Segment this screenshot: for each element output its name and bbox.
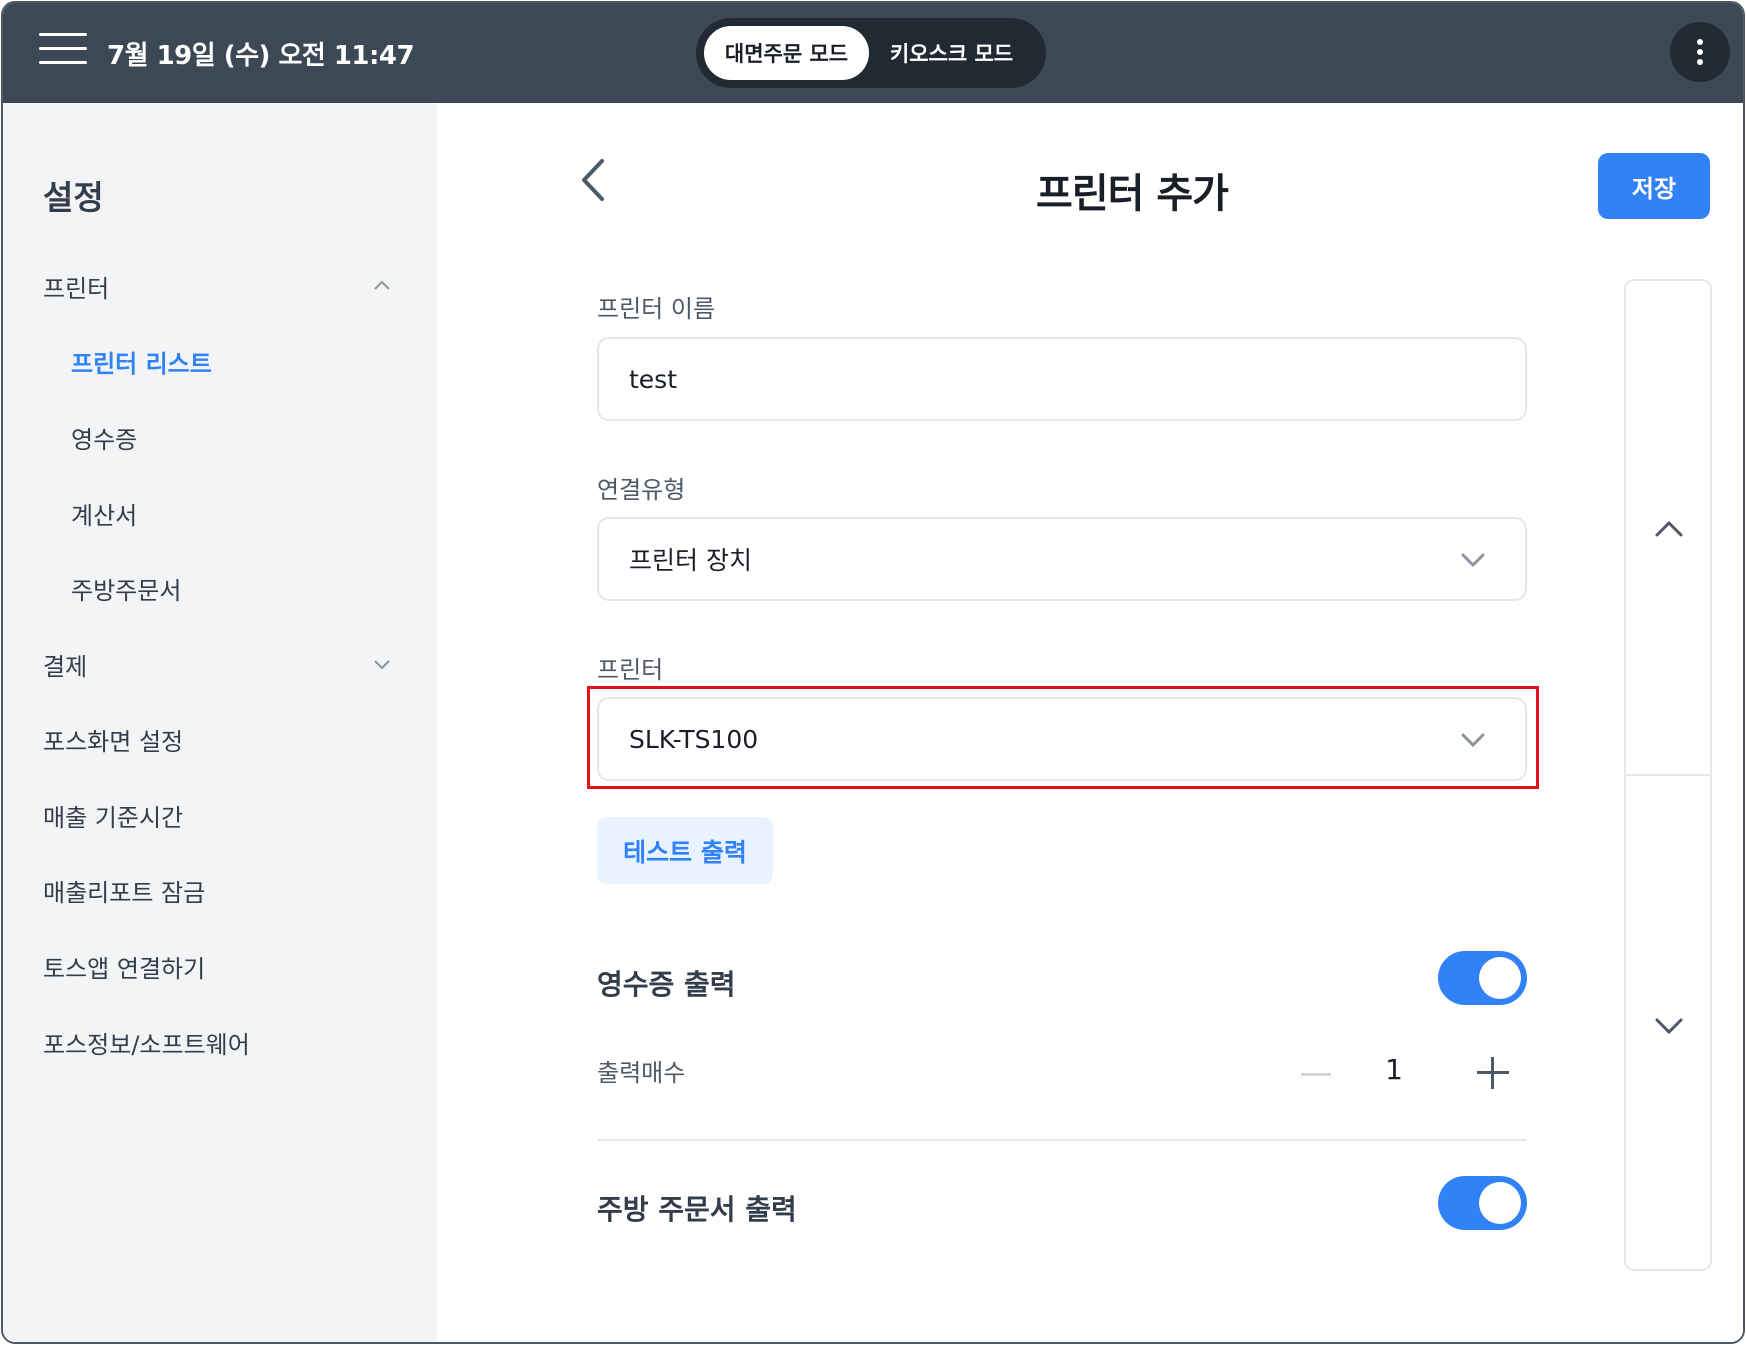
sidebar-title: 설정 <box>43 178 104 217</box>
sidebar-item-printer[interactable]: 프린터 <box>43 261 403 311</box>
more-vertical-icon[interactable] <box>1670 22 1730 82</box>
sidebar-item-sales-time[interactable]: 매출 기준시간 <box>43 790 403 840</box>
chevron-down-icon <box>1461 733 1485 748</box>
print-count-value: 1 <box>1385 1053 1403 1086</box>
printer-value: SLK-TS100 <box>629 724 759 754</box>
scroll-panel <box>1624 279 1712 1271</box>
sidebar-item-toss-app[interactable]: 토스앱 연결하기 <box>43 941 403 991</box>
chevron-down-icon <box>374 660 390 670</box>
save-button[interactable]: 저장 <box>1598 153 1710 219</box>
sidebar-item-kitchen-order[interactable]: 주방주문서 <box>71 563 431 613</box>
printer-select[interactable]: SLK-TS100 <box>597 697 1527 781</box>
chevron-up-icon <box>374 280 390 290</box>
sidebar-item-receipt[interactable]: 영수증 <box>71 412 431 462</box>
receipt-print-label: 영수증 출력 <box>597 968 736 1001</box>
test-print-button[interactable]: 테스트 출력 <box>597 817 773 884</box>
sidebar-item-label: 포스정보/소프트웨어 <box>43 1030 250 1059</box>
app-window: 7월 19일 (수) 오전 11:47 대면주문 모드 키오스크 모드 설정 프… <box>1 1 1745 1344</box>
mode-face-to-face-button[interactable]: 대면주문 모드 <box>704 26 869 80</box>
main-content: 프린터 추가 저장 프린터 이름 test 연결유형 프린터 장치 프린터 SL… <box>437 103 1743 1342</box>
kitchen-print-label: 주방 주문서 출력 <box>597 1193 797 1226</box>
menu-icon[interactable] <box>39 33 87 65</box>
minus-icon[interactable] <box>1301 1059 1331 1089</box>
divider <box>597 1139 1527 1141</box>
sidebar-item-label: 포스화면 설정 <box>43 727 184 756</box>
kitchen-print-toggle[interactable] <box>1438 1176 1527 1230</box>
connection-type-select[interactable]: 프린터 장치 <box>597 517 1527 601</box>
printer-name-label: 프린터 이름 <box>597 295 716 323</box>
chevron-down-icon <box>1655 1018 1683 1035</box>
mode-switch: 대면주문 모드 키오스크 모드 <box>696 18 1046 88</box>
receipt-print-toggle[interactable] <box>1438 951 1527 1005</box>
sidebar-item-label: 계산서 <box>71 501 138 530</box>
sidebar-item-report-lock[interactable]: 매출리포트 잠금 <box>43 865 403 915</box>
connection-type-value: 프린터 장치 <box>629 546 752 575</box>
mode-kiosk-button[interactable]: 키오스크 모드 <box>869 26 1034 80</box>
scroll-up-button[interactable] <box>1626 281 1710 776</box>
date-time: 7월 19일 (수) 오전 11:47 <box>107 41 415 71</box>
sidebar-item-payment[interactable]: 결제 <box>43 639 403 689</box>
printer-name-value: test <box>629 364 678 394</box>
sidebar: 설정 프린터 프린터 리스트 영수증 계산서 주방주문서 결제 포스화면 설정 … <box>3 103 437 1342</box>
sidebar-item-label: 매출리포트 잠금 <box>43 878 206 907</box>
scroll-down-button[interactable] <box>1626 776 1710 1269</box>
sidebar-item-label: 프린터 리스트 <box>71 349 212 378</box>
sidebar-item-label: 매출 기준시간 <box>43 803 184 832</box>
printer-label: 프린터 <box>597 656 664 684</box>
chevron-up-icon <box>1655 520 1683 537</box>
sidebar-item-label: 주방주문서 <box>71 576 182 605</box>
sidebar-item-printer-list[interactable]: 프린터 리스트 <box>71 336 431 386</box>
top-bar: 7월 19일 (수) 오전 11:47 대면주문 모드 키오스크 모드 <box>3 3 1743 103</box>
sidebar-item-pos-screen[interactable]: 포스화면 설정 <box>43 714 403 764</box>
printer-name-input[interactable]: test <box>597 337 1527 421</box>
sidebar-item-label: 결제 <box>43 652 88 681</box>
page-title: 프린터 추가 <box>1036 171 1229 217</box>
chevron-down-icon <box>1461 553 1485 568</box>
sidebar-item-label: 영수증 <box>71 425 138 454</box>
sidebar-item-label: 프린터 <box>43 274 110 303</box>
print-count-label: 출력매수 <box>597 1059 686 1087</box>
sidebar-item-invoice[interactable]: 계산서 <box>71 488 431 538</box>
sidebar-item-label: 토스앱 연결하기 <box>43 954 206 983</box>
sidebar-item-pos-info[interactable]: 포스정보/소프트웨어 <box>43 1017 403 1067</box>
connection-type-label: 연결유형 <box>597 476 686 504</box>
plus-icon[interactable] <box>1477 1057 1509 1089</box>
